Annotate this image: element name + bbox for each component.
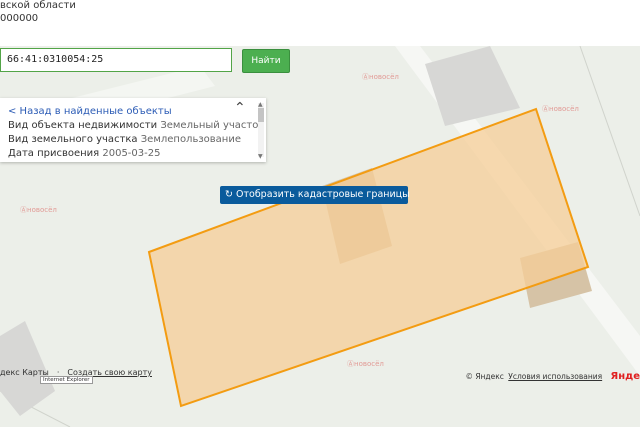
chevron-up-icon[interactable]: ⌃ — [234, 100, 246, 116]
yandex-logo[interactable]: Янде — [611, 371, 640, 382]
property-type-label: Вид объекта недвижимости — [8, 120, 158, 131]
scroll-up-arrow-icon[interactable]: ▲ — [258, 101, 263, 108]
ie-tooltip: Internet Explorer — [40, 376, 93, 384]
land-type-value: Землепользование — [140, 134, 241, 145]
property-type-row: Вид объекта недвижимости Земельный участ… — [8, 120, 264, 131]
land-type-row: Вид земельного участка Землепользование — [8, 134, 241, 145]
assign-date-row: Дата присвоения 2005-03-25 — [8, 148, 160, 159]
find-button[interactable]: Найти — [242, 49, 290, 73]
scrollbar-thumb[interactable] — [258, 108, 264, 122]
page-header: вской области 000000 — [0, 0, 640, 46]
region-label: вской области — [0, 0, 76, 11]
map-footer-right: © Яндекс Условия использования Янде — [465, 371, 640, 382]
assign-date-label: Дата присвоения — [8, 148, 100, 159]
building — [425, 46, 520, 126]
back-to-results-link[interactable]: < Назад в найденные объекты — [8, 106, 172, 117]
region-code: 000000 — [0, 13, 39, 24]
object-info-panel: < Назад в найденные объекты Вид объекта … — [0, 98, 266, 162]
watermark: Ⓐновосёл — [20, 206, 57, 214]
road-edge — [579, 46, 640, 217]
scroll-down-arrow-icon[interactable]: ▼ — [258, 153, 263, 160]
land-type-label: Вид земельного участка — [8, 134, 138, 145]
show-cadastral-borders-button[interactable]: ↻ Отобразить кадастровые границы — [220, 186, 410, 204]
copyright: © Яндекс — [465, 372, 504, 381]
panel-scrollbar[interactable]: ▲ ▼ — [258, 101, 264, 160]
terms-of-use-link[interactable]: Условия использования — [508, 372, 602, 381]
property-type-value: Земельный участок — [160, 120, 265, 131]
assign-date-value: 2005-03-25 — [102, 148, 161, 159]
show-cadastral-borders-label: Отобразить кадастровые границы — [236, 189, 410, 200]
watermark: Ⓐновосёл — [347, 360, 384, 368]
watermark: Ⓐновосёл — [542, 105, 579, 113]
cadastral-search-input[interactable]: 66:41:0310054:25 — [0, 48, 232, 72]
watermark: Ⓐновосёл — [362, 73, 399, 81]
refresh-icon: ↻ — [225, 189, 233, 200]
